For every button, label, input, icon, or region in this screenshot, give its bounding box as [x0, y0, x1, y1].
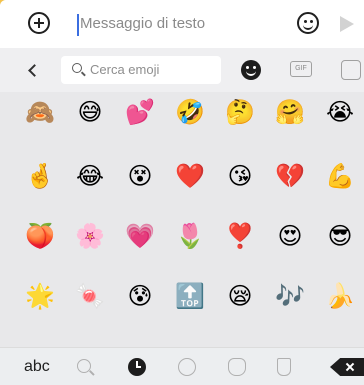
send-icon[interactable]: [340, 16, 354, 32]
backspace-icon[interactable]: [330, 358, 364, 376]
emoji-heart-eyes[interactable]: 😍: [274, 220, 306, 252]
emoji-top-arrow[interactable]: 🔝: [174, 280, 206, 312]
message-input[interactable]: Messaggio di testo: [80, 15, 205, 32]
emoji-toggle-icon[interactable]: [297, 12, 319, 34]
emoji-peach[interactable]: 🍑: [24, 220, 56, 252]
emoji-tab-icon[interactable]: [241, 60, 261, 80]
emoji-hugging[interactable]: 🤗: [274, 96, 306, 128]
emoji-glowing-star[interactable]: 🌟: [24, 280, 56, 312]
emoji-growing-heart[interactable]: 💗: [124, 220, 156, 252]
emoji-search-input[interactable]: Cerca emoji: [61, 56, 221, 84]
emoji-candy[interactable]: 🍬: [74, 280, 106, 312]
emoji-category-bar: abc: [0, 347, 364, 385]
smileys-category-icon[interactable]: [178, 358, 196, 376]
message-compose-bar: Messaggio di testo: [0, 0, 364, 49]
emoji-row: 🍑 🌸 💗 🌷 ❣️ 😍 😎: [0, 220, 364, 256]
emoji-loudly-crying[interactable]: 😭: [324, 96, 356, 128]
emoji-cherry-blossom[interactable]: 🌸: [74, 220, 106, 252]
emoji-heart-exclamation[interactable]: ❣️: [224, 220, 256, 252]
emoji-joy[interactable]: 😂: [74, 160, 106, 192]
emoji-musical-notes[interactable]: 🎶: [274, 280, 306, 312]
recent-clock-icon[interactable]: [128, 358, 146, 376]
search-icon: [72, 63, 82, 73]
emoji-sunglasses[interactable]: 😎: [324, 220, 356, 252]
emoji-sweat-smile[interactable]: 😅: [74, 96, 106, 128]
emoji-flexed-biceps[interactable]: 💪: [324, 160, 356, 192]
emoji-broken-heart[interactable]: 💔: [274, 160, 306, 192]
emoji-sleepy[interactable]: 😪: [224, 280, 256, 312]
emoji-rofl[interactable]: 🤣: [174, 96, 206, 128]
abc-keyboard-button[interactable]: abc: [24, 358, 50, 376]
emoji-kissing-heart[interactable]: 😘: [224, 160, 256, 192]
emoji-thinking[interactable]: 🤔: [224, 96, 256, 128]
emoji-tulip[interactable]: 🌷: [174, 220, 206, 252]
emoji-banana[interactable]: 🍌: [324, 280, 356, 312]
emoji-see-no-evil-monkey[interactable]: 🙈: [24, 96, 56, 128]
emoji-red-heart[interactable]: ❤️: [174, 160, 206, 192]
emoji-dizzy-face[interactable]: 😵: [124, 160, 156, 192]
search-icon[interactable]: [77, 359, 91, 373]
emoji-search-row: Cerca emoji GIF: [0, 48, 364, 92]
back-arrow-icon[interactable]: [28, 64, 41, 77]
search-placeholder: Cerca emoji: [90, 62, 160, 77]
emoji-keyboard-panel: Messaggio di testo Cerca emoji GIF 🙈 😅 💕…: [0, 0, 364, 385]
add-attachment-icon[interactable]: [28, 12, 50, 34]
emoji-grid: 🙈 😅 💕 🤣 🤔 🤗 😭 🤞 😂 😵 ❤️ 😘 💔 💪 🍑 🌸 💗 🌷 ❣️ …: [0, 96, 364, 342]
emoji-row: 🌟 🍬 😰 🔝 😪 🎶 🍌: [0, 280, 364, 316]
emoji-crossed-fingers[interactable]: 🤞: [24, 160, 56, 192]
gif-tab-icon[interactable]: GIF: [290, 61, 312, 77]
sticker-tab-icon[interactable]: [341, 60, 361, 80]
text-cursor: [77, 14, 79, 36]
emoji-two-hearts[interactable]: 💕: [124, 96, 156, 128]
emoji-anxious-sweat[interactable]: 😰: [124, 280, 156, 312]
emoji-row: 🙈 😅 💕 🤣 🤔 🤗 😭: [0, 96, 364, 132]
emoji-row: 🤞 😂 😵 ❤️ 😘 💔 💪: [0, 160, 364, 196]
food-category-icon[interactable]: [277, 358, 291, 376]
animals-category-icon[interactable]: [228, 358, 246, 376]
